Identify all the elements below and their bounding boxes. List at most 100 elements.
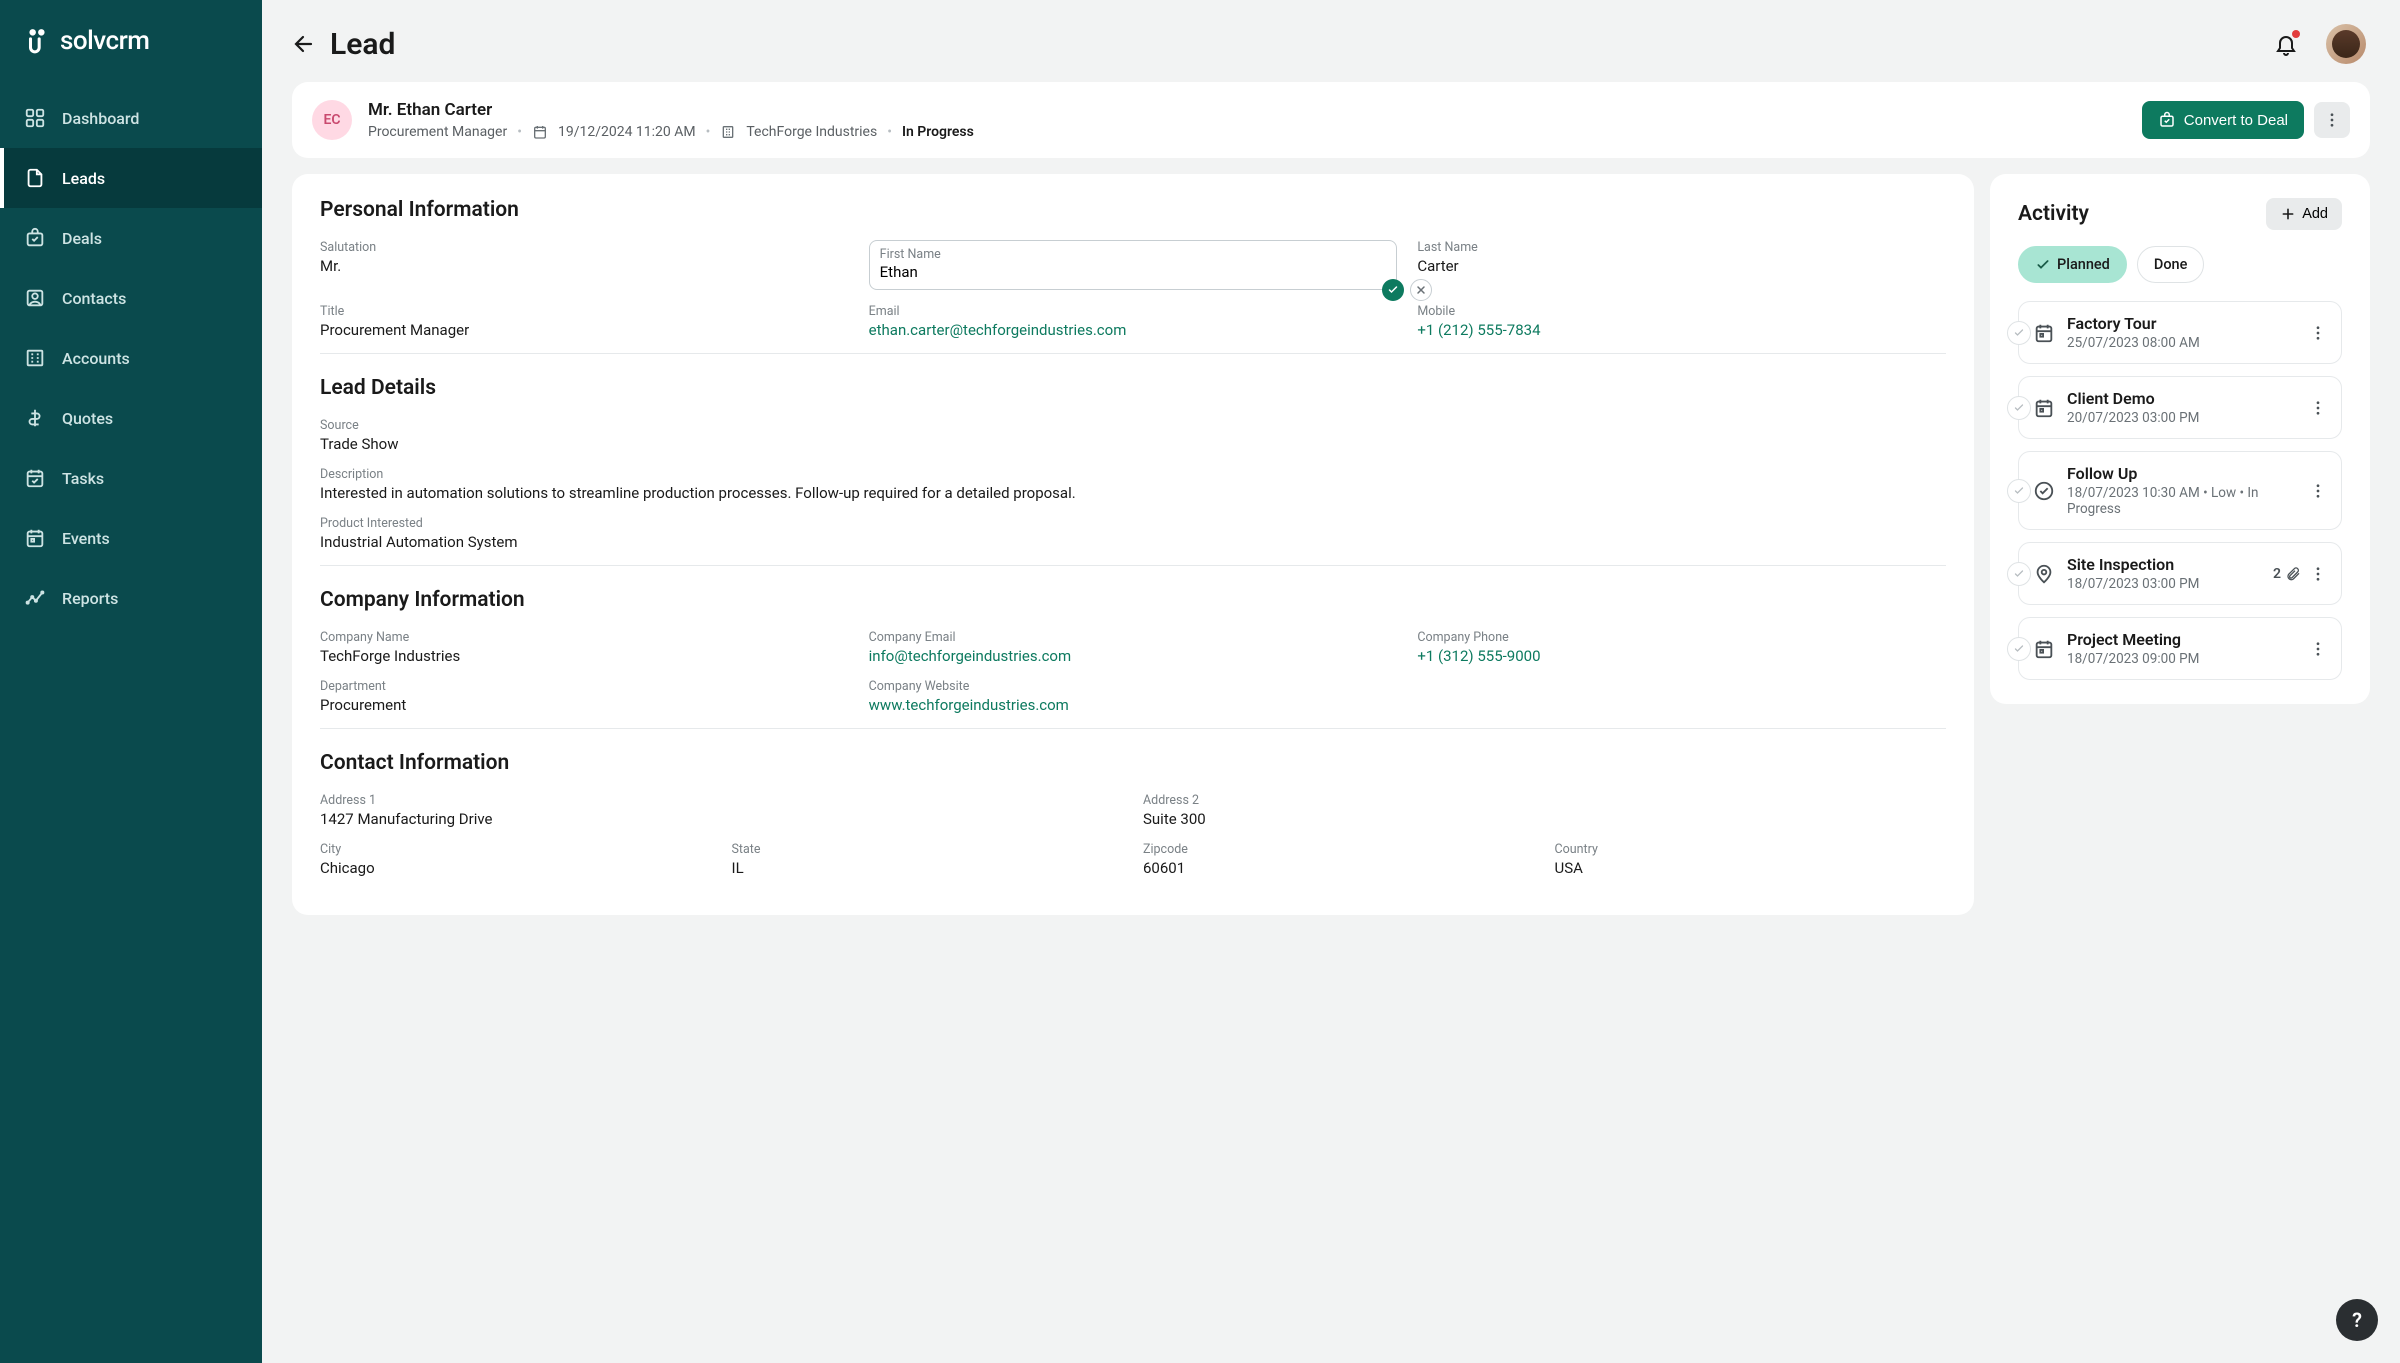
activity-item[interactable]: Client Demo 20/07/2023 03:00 PM xyxy=(2018,376,2342,439)
lead-status: In Progress xyxy=(902,124,974,140)
notifications-button[interactable] xyxy=(2274,32,2298,56)
field-value[interactable]: ethan.carter@techforgeindustries.com xyxy=(869,321,1398,339)
activity-title: Client Demo xyxy=(2067,389,2297,408)
activity-complete-toggle[interactable] xyxy=(2007,637,2031,661)
field-description[interactable]: Description Interested in automation sol… xyxy=(320,467,1946,502)
sidebar-item-quotes[interactable]: Quotes xyxy=(0,388,262,448)
lead-more-button[interactable] xyxy=(2314,102,2350,138)
lead-role: Procurement Manager xyxy=(368,124,507,140)
field-label: Last Name xyxy=(1417,240,1946,255)
sidebar-item-deals[interactable]: Deals xyxy=(0,208,262,268)
activity-item[interactable]: Factory Tour 25/07/2023 08:00 AM xyxy=(2018,301,2342,364)
activity-item[interactable]: Site Inspection 18/07/2023 03:00 PM 2 xyxy=(2018,542,2342,605)
user-avatar[interactable] xyxy=(2326,24,2366,64)
reports-icon xyxy=(24,587,46,609)
activity-complete-toggle[interactable] xyxy=(2007,321,2031,345)
activity-complete-toggle[interactable] xyxy=(2007,562,2031,586)
convert-label: Convert to Deal xyxy=(2184,112,2288,129)
add-activity-button[interactable]: Add xyxy=(2266,198,2342,230)
page-title: Lead xyxy=(330,27,395,62)
add-label: Add xyxy=(2302,206,2328,222)
back-button[interactable] xyxy=(292,32,316,56)
sidebar-item-label: Dashboard xyxy=(62,109,139,128)
sidebar-item-dashboard[interactable]: Dashboard xyxy=(0,88,262,148)
sidebar-item-contacts[interactable]: Contacts xyxy=(0,268,262,328)
field-source[interactable]: Source Trade Show xyxy=(320,418,1946,453)
separator-dot-icon: • xyxy=(887,124,892,140)
field-first-name-input[interactable]: First Name xyxy=(869,240,1398,290)
confirm-edit-button[interactable] xyxy=(1382,279,1404,301)
first-name-input[interactable] xyxy=(880,263,1387,281)
field-salutation[interactable]: Salutation Mr. xyxy=(320,240,849,290)
field-address2[interactable]: Address 2 Suite 300 xyxy=(1143,793,1946,828)
field-department[interactable]: Department Procurement xyxy=(320,679,849,714)
activity-tabs: Planned Done xyxy=(2018,246,2342,283)
field-state[interactable]: State IL xyxy=(732,842,1124,877)
field-label: Address 1 xyxy=(320,793,1123,808)
sidebar-item-tasks[interactable]: Tasks xyxy=(0,448,262,508)
activity-meta: 18/07/2023 10:30 AM • Low • In Progress xyxy=(2067,485,2297,517)
field-product[interactable]: Product Interested Industrial Automation… xyxy=(320,516,1946,551)
activity-more-button[interactable] xyxy=(2309,399,2327,417)
cancel-edit-button[interactable] xyxy=(1410,279,1432,301)
field-city[interactable]: City Chicago xyxy=(320,842,712,877)
activity-more-button[interactable] xyxy=(2309,482,2327,500)
activity-more-button[interactable] xyxy=(2309,640,2327,658)
activity-item[interactable]: Follow Up 18/07/2023 10:30 AM • Low • In… xyxy=(2018,451,2342,530)
sidebar-item-accounts[interactable]: Accounts xyxy=(0,328,262,388)
field-title[interactable]: Title Procurement Manager xyxy=(320,304,849,339)
convert-to-deal-button[interactable]: Convert to Deal xyxy=(2142,101,2304,139)
activity-more-button[interactable] xyxy=(2309,565,2327,583)
tab-done[interactable]: Done xyxy=(2137,246,2205,283)
field-company-email[interactable]: Company Email info@techforgeindustries.c… xyxy=(869,630,1398,665)
field-email[interactable]: Email ethan.carter@techforgeindustries.c… xyxy=(869,304,1398,339)
plus-icon xyxy=(2280,206,2296,222)
sidebar-item-label: Tasks xyxy=(62,469,104,488)
field-value: Procurement Manager xyxy=(320,321,849,339)
field-value[interactable]: +1 (312) 555-9000 xyxy=(1417,647,1946,665)
field-value[interactable]: +1 (212) 555-7834 xyxy=(1417,321,1946,339)
help-button[interactable]: ? xyxy=(2336,1299,2378,1341)
field-label: Country xyxy=(1555,842,1947,857)
field-company-phone[interactable]: Company Phone +1 (312) 555-9000 xyxy=(1417,630,1946,665)
brand-logo-icon xyxy=(24,28,50,54)
activity-title: Factory Tour xyxy=(2067,314,2297,333)
section-title-lead-details: Lead Details xyxy=(320,376,1946,400)
lead-company: TechForge Industries xyxy=(746,124,877,140)
location-icon xyxy=(2033,563,2055,585)
attachment-icon xyxy=(2285,566,2301,582)
sidebar-item-label: Events xyxy=(62,529,110,548)
field-value[interactable]: info@techforgeindustries.com xyxy=(869,647,1398,665)
sidebar: solvcrm Dashboard Leads Deals xyxy=(0,0,262,1363)
topbar: Lead xyxy=(262,0,2400,82)
sidebar-nav: Dashboard Leads Deals Contacts xyxy=(0,88,262,628)
field-company-name[interactable]: Company Name TechForge Industries xyxy=(320,630,849,665)
field-country[interactable]: Country USA xyxy=(1555,842,1947,877)
field-label: First Name xyxy=(880,247,1387,262)
activity-meta: 25/07/2023 08:00 AM xyxy=(2067,335,2297,351)
tab-planned[interactable]: Planned xyxy=(2018,246,2127,283)
section-title-company: Company Information xyxy=(320,588,1946,612)
activity-item[interactable]: Project Meeting 18/07/2023 09:00 PM xyxy=(2018,617,2342,680)
lead-avatar: EC xyxy=(312,100,352,140)
field-label: Company Email xyxy=(869,630,1398,645)
activity-more-button[interactable] xyxy=(2309,324,2327,342)
activity-complete-toggle[interactable] xyxy=(2007,396,2031,420)
field-zipcode[interactable]: Zipcode 60601 xyxy=(1143,842,1535,877)
brand-logo[interactable]: solvcrm xyxy=(0,26,262,88)
field-last-name[interactable]: Last Name Carter xyxy=(1417,240,1946,290)
section-title-contact: Contact Information xyxy=(320,751,1946,775)
sidebar-item-leads[interactable]: Leads xyxy=(0,148,262,208)
field-label: Source xyxy=(320,418,1946,433)
activity-title: Project Meeting xyxy=(2067,630,2297,649)
sidebar-item-events[interactable]: Events xyxy=(0,508,262,568)
field-mobile[interactable]: Mobile +1 (212) 555-7834 xyxy=(1417,304,1946,339)
activity-attachments[interactable]: 2 xyxy=(2273,566,2301,582)
field-value[interactable]: www.techforgeindustries.com xyxy=(869,696,1398,714)
field-website[interactable]: Company Website www.techforgeindustries.… xyxy=(869,679,1398,714)
field-address1[interactable]: Address 1 1427 Manufacturing Drive xyxy=(320,793,1123,828)
field-value: Industrial Automation System xyxy=(320,533,1946,551)
activity-complete-toggle[interactable] xyxy=(2007,479,2031,503)
sidebar-item-reports[interactable]: Reports xyxy=(0,568,262,628)
lead-header-card: EC Mr. Ethan Carter Procurement Manager … xyxy=(292,82,2370,158)
